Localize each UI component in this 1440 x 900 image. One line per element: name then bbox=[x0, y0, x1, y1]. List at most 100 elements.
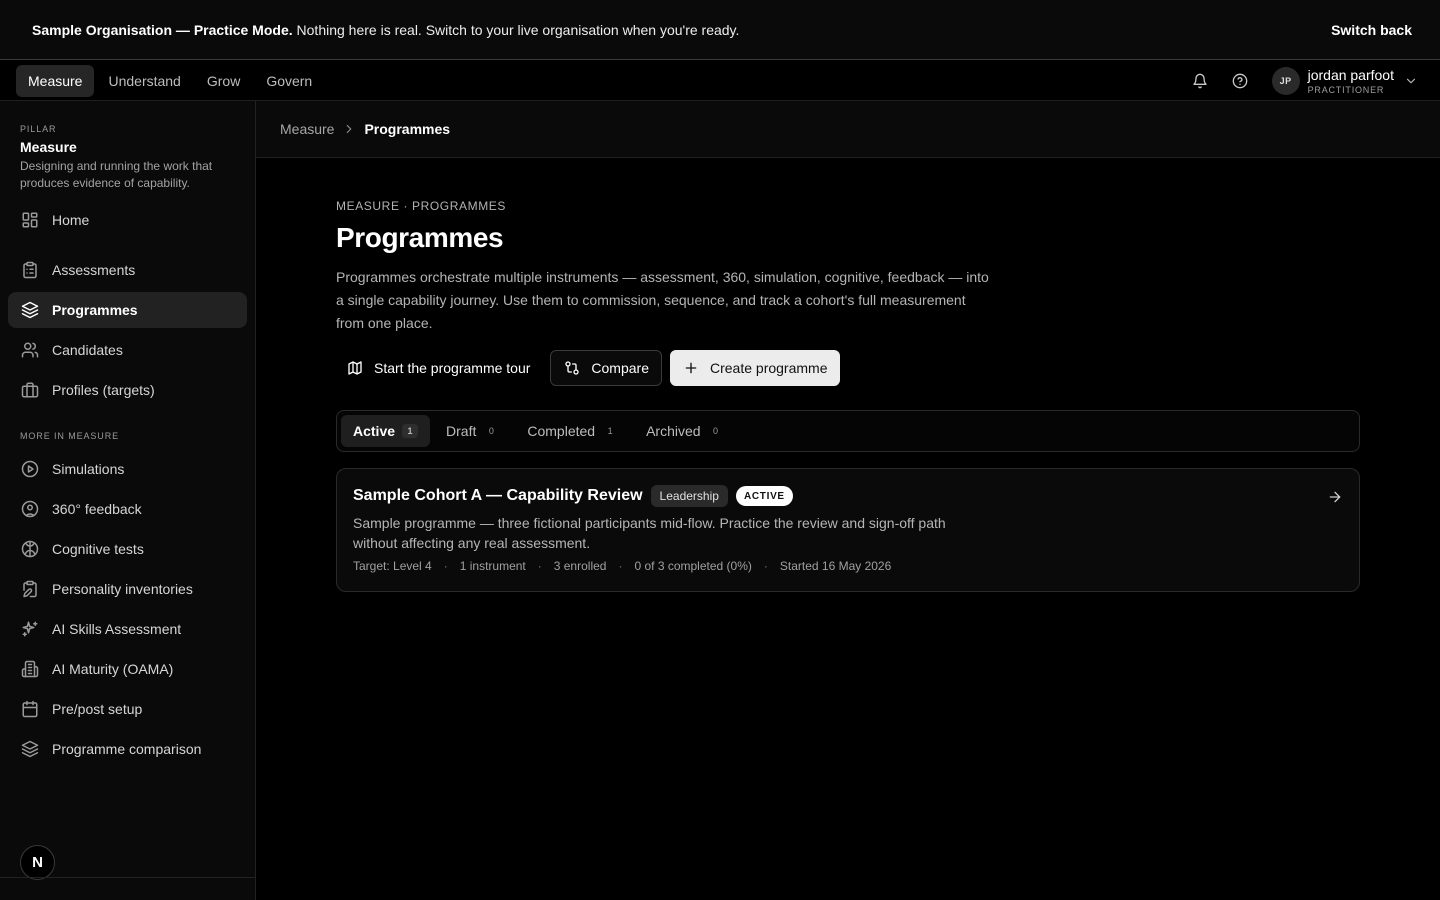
sidebar-item-pre-post-setup[interactable]: Pre/post setup bbox=[8, 691, 247, 727]
sparkles-icon bbox=[20, 619, 40, 639]
meta-target: Target: Level 4 bbox=[353, 559, 432, 573]
page-title: Programmes bbox=[336, 222, 504, 253]
breadcrumb-parent[interactable]: Measure bbox=[280, 121, 334, 137]
breadcrumb-current: Programmes bbox=[364, 121, 451, 137]
sidebar-item-programmes[interactable]: Programmes bbox=[8, 292, 247, 328]
tab-count: 0 bbox=[713, 426, 719, 436]
sidebar-item-ai-maturity[interactable]: AI Maturity (OAMA) bbox=[8, 651, 247, 687]
map-icon bbox=[346, 359, 364, 377]
sidebar-item-label: Cognitive tests bbox=[52, 541, 144, 557]
sidebar-item-simulations[interactable]: Simulations bbox=[8, 451, 247, 487]
tab-archived[interactable]: Archived 0 bbox=[634, 415, 735, 447]
programme-description: Sample programme — three fictional parti… bbox=[353, 515, 946, 551]
tab-active[interactable]: Active 1 bbox=[341, 415, 431, 447]
meta-instruments: 1 instrument bbox=[459, 559, 526, 573]
user-menu[interactable]: JP jordan parfoot PRACTITIONER bbox=[1271, 66, 1418, 95]
meta-separator: · bbox=[618, 559, 623, 573]
meta-separator: · bbox=[537, 559, 542, 573]
user-name: jordan parfoot bbox=[1307, 66, 1394, 83]
user-role: PRACTITIONER bbox=[1307, 84, 1385, 95]
sidebar-item-personality-inventories[interactable]: Personality inventories bbox=[8, 571, 247, 607]
tab-completed[interactable]: Completed 1 bbox=[515, 415, 630, 447]
sidebar-item-label: 360° feedback bbox=[52, 501, 142, 517]
meta-started: Started 16 May 2026 bbox=[779, 559, 892, 573]
users-icon bbox=[20, 340, 40, 360]
tab-grow[interactable]: Grow bbox=[195, 65, 252, 97]
sidebar-item-label: Programme comparison bbox=[52, 741, 202, 757]
tab-draft[interactable]: Draft 0 bbox=[434, 415, 511, 447]
briefcase-icon bbox=[20, 380, 40, 400]
tab-measure[interactable]: Measure bbox=[16, 64, 95, 97]
create-programme-button[interactable]: Create programme bbox=[670, 350, 840, 386]
tab-govern[interactable]: Govern bbox=[254, 65, 324, 97]
page-actions: Start the programme tour Compare Create … bbox=[336, 350, 840, 386]
compare-label: Compare bbox=[591, 360, 649, 376]
sidebar-item-label: Home bbox=[52, 212, 90, 228]
chevron-right-icon bbox=[342, 122, 356, 136]
meta-separator: · bbox=[443, 559, 448, 573]
sidebar-item-assessments[interactable]: Assessments bbox=[8, 252, 247, 288]
pillar-title: Measure bbox=[20, 139, 77, 155]
status-badge: ACTIVE bbox=[735, 486, 793, 506]
sidebar-item-cognitive-tests[interactable]: Cognitive tests bbox=[8, 531, 247, 567]
chevron-down-icon bbox=[1404, 74, 1418, 88]
banner-text: Nothing here is real. Switch to your liv… bbox=[296, 21, 740, 38]
pillar-tabs: Measure Understand Grow Govern bbox=[16, 64, 350, 102]
programme-meta: Target: Level 4 · 1 instrument · 3 enrol… bbox=[353, 559, 891, 573]
sidebar-item-label: Personality inventories bbox=[52, 581, 193, 597]
layers-icon bbox=[20, 739, 40, 759]
meta-completed: 0 of 3 completed (0%) bbox=[634, 559, 752, 573]
user-names: jordan parfoot PRACTITIONER bbox=[1308, 67, 1394, 95]
top-navigation: Measure Understand Grow Govern JP jordan… bbox=[0, 61, 1440, 102]
sidebar-item-programme-comparison[interactable]: Programme comparison bbox=[8, 731, 247, 767]
user-circle-icon bbox=[20, 499, 40, 519]
pillar-kicker: PILLAR bbox=[20, 124, 57, 134]
programme-card[interactable]: Sample Cohort A — Capability Review Lead… bbox=[336, 468, 1360, 592]
tab-count: 1 bbox=[402, 424, 419, 438]
bell-icon bbox=[1192, 73, 1208, 89]
meta-separator: · bbox=[763, 559, 768, 573]
sidebar-item-ai-skills[interactable]: AI Skills Assessment bbox=[8, 611, 247, 647]
sidebar-item-candidates[interactable]: Candidates bbox=[8, 332, 247, 368]
programme-tag: Leadership bbox=[650, 485, 728, 507]
app-logo-button[interactable]: N bbox=[20, 845, 55, 880]
banner-message: Sample Organisation — Practice Mode. Not… bbox=[32, 22, 1331, 38]
sidebar-item-label: AI Skills Assessment bbox=[52, 621, 182, 637]
switch-back-button[interactable]: Switch back bbox=[1331, 22, 1412, 38]
plus-icon bbox=[682, 359, 700, 377]
git-compare-icon bbox=[563, 359, 581, 377]
sidebar-item-label: Assessments bbox=[52, 262, 136, 278]
status-tabs: Active 1 Draft 0 Completed 1 Archived 0 bbox=[336, 410, 1360, 452]
help-button[interactable] bbox=[1220, 65, 1260, 97]
sidebar-footer bbox=[0, 877, 255, 900]
arrow-right-icon[interactable] bbox=[1327, 489, 1343, 505]
tab-label: Draft bbox=[446, 423, 477, 439]
avatar: JP bbox=[1271, 66, 1300, 95]
meta-enrolled: 3 enrolled bbox=[553, 559, 607, 573]
sidebar-item-label: Profiles (targets) bbox=[52, 382, 155, 398]
sidebar-item-profiles[interactable]: Profiles (targets) bbox=[8, 372, 247, 408]
sidebar-item-label: Simulations bbox=[52, 461, 125, 477]
programme-title-row: Sample Cohort A — Capability Review Lead… bbox=[353, 485, 793, 507]
tab-label: Archived bbox=[646, 423, 701, 439]
compare-button[interactable]: Compare bbox=[550, 350, 662, 386]
calendar-icon bbox=[20, 699, 40, 719]
programme-title: Sample Cohort A — Capability Review bbox=[353, 487, 643, 504]
start-tour-label: Start the programme tour bbox=[374, 360, 531, 376]
sidebar-item-360-feedback[interactable]: 360° feedback bbox=[8, 491, 247, 527]
sidebar-item-home[interactable]: Home bbox=[8, 202, 247, 238]
sidebar-item-label: Pre/post setup bbox=[52, 701, 143, 717]
tab-count: 1 bbox=[607, 426, 613, 436]
tab-understand[interactable]: Understand bbox=[96, 65, 192, 97]
help-circle-icon bbox=[1232, 73, 1248, 89]
practice-mode-banner: Sample Organisation — Practice Mode. Not… bbox=[0, 0, 1440, 60]
sidebar-item-label: Programmes bbox=[52, 302, 138, 318]
clipboard-icon bbox=[20, 260, 40, 280]
clipboard-pen-icon bbox=[20, 579, 40, 599]
page-kicker: MEASURE · PROGRAMMES bbox=[336, 199, 507, 213]
notifications-button[interactable] bbox=[1180, 65, 1220, 97]
create-programme-label: Create programme bbox=[710, 360, 828, 376]
layers-icon bbox=[20, 300, 40, 320]
pillar-description: Designing and running the work that prod… bbox=[20, 159, 213, 190]
start-tour-button[interactable]: Start the programme tour bbox=[336, 350, 542, 386]
